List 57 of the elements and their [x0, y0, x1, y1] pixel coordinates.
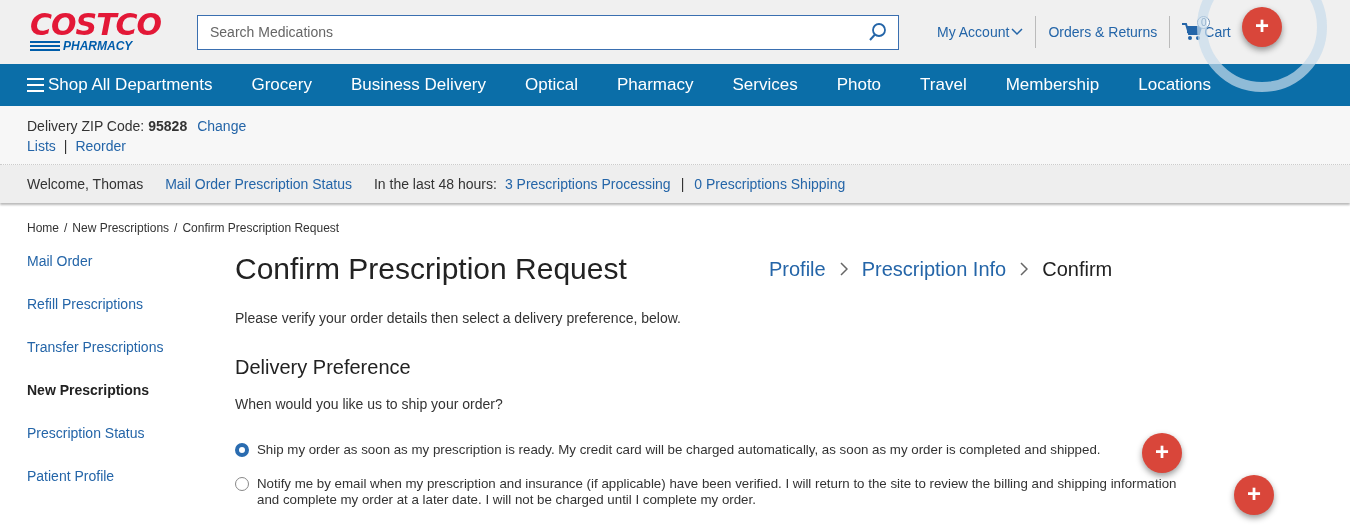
breadcrumb-item: Confirm Prescription Request	[182, 221, 340, 237]
nav-link[interactable]: Locations	[1138, 75, 1211, 95]
step-link[interactable]: Confirm	[1042, 257, 1113, 281]
question-text: When would you like us to ship your order?	[235, 396, 504, 412]
account-menu[interactable]: My Account	[925, 16, 1036, 48]
option-label: Ship my order as soon as my prescription is ready. My credit card will be charged automatically, as soon as my order is completed and shipped.	[257, 442, 1101, 458]
breadcrumb-item[interactable]: New Prescriptions	[72, 221, 170, 249]
count-link[interactable]: 0 Prescriptions Shipping	[694, 176, 846, 192]
zip-label: Delivery ZIP Code:	[27, 117, 145, 136]
sidebar-item[interactable]: Refill Prescriptions	[27, 295, 235, 313]
breadcrumb-separator: /	[64, 221, 68, 237]
sidebar-item[interactable]: Mail Order	[27, 252, 235, 270]
search-icon[interactable]	[868, 22, 888, 42]
search-field[interactable]: Search Medications	[197, 14, 899, 50]
breadcrumb-separator: /	[174, 221, 178, 237]
logo-subtitle: PHARMACY	[63, 39, 133, 53]
nav-link[interactable]: Photo	[836, 75, 882, 95]
stripes-icon	[30, 41, 60, 51]
nav-link[interactable]: Business Delivery	[350, 75, 486, 95]
radio-button[interactable]	[235, 443, 249, 457]
hotspot-button[interactable]: +	[1142, 433, 1182, 473]
page-title: Confirm Prescription Request	[235, 251, 628, 287]
intro-text: Please verify your order details then select a delivery preference, below.	[235, 310, 682, 326]
chevron-down-icon	[1011, 28, 1024, 36]
hotspot-button[interactable]: +	[1234, 475, 1274, 515]
change-link[interactable]: Change	[197, 116, 247, 136]
radio-button[interactable]	[235, 477, 249, 491]
period-label: In the last 48 hours:	[373, 176, 497, 192]
separator: |	[63, 137, 68, 156]
departments-menu[interactable]: Shop All Departments	[27, 75, 213, 95]
separator: |	[680, 176, 685, 192]
nav-link[interactable]: Optical	[525, 75, 578, 95]
sidebar-item[interactable]: Transfer Prescriptions	[27, 338, 235, 356]
header-link[interactable]: Lists	[27, 136, 56, 156]
sidebar-item[interactable]: Patient Profile	[27, 467, 235, 485]
orders-link[interactable]: Orders & Returns	[1035, 16, 1170, 48]
status-link[interactable]: Mail Order Prescription Status	[165, 176, 352, 192]
nav-link[interactable]: Services	[732, 75, 798, 95]
breadcrumb-item[interactable]: Home	[27, 221, 59, 249]
header-link[interactable]: Reorder	[75, 136, 127, 156]
section-title: Delivery Preference	[235, 356, 412, 379]
nav-link[interactable]: Travel	[920, 75, 967, 95]
logo-text: COSTCO	[30, 11, 163, 39]
welcome-text: Welcome, Thomas	[27, 176, 144, 192]
step-link[interactable]: Profile	[769, 257, 826, 281]
menu-icon	[27, 78, 44, 92]
nav-link[interactable]: Membership	[1005, 75, 1100, 95]
step-link[interactable]: Prescription Info	[861, 257, 1007, 281]
chevron-right-icon	[839, 262, 848, 276]
zip-code: 95828	[148, 117, 188, 136]
sidebar-item[interactable]: Prescription Status	[27, 424, 235, 442]
nav-link[interactable]: Grocery	[251, 75, 312, 95]
nav-link[interactable]: Pharmacy	[616, 75, 694, 95]
option-label: Notify me by email when my prescription and insurance (if applicable) have been verified. I will return to the site to review the billing and shipping information and complete my order at a later date. I will not be charged until I complete my order.	[257, 476, 1178, 508]
chevron-right-icon	[1020, 262, 1029, 276]
sidebar-item[interactable]: New Prescriptions	[27, 381, 235, 399]
count-link[interactable]: 3 Prescriptions Processing	[504, 176, 671, 192]
